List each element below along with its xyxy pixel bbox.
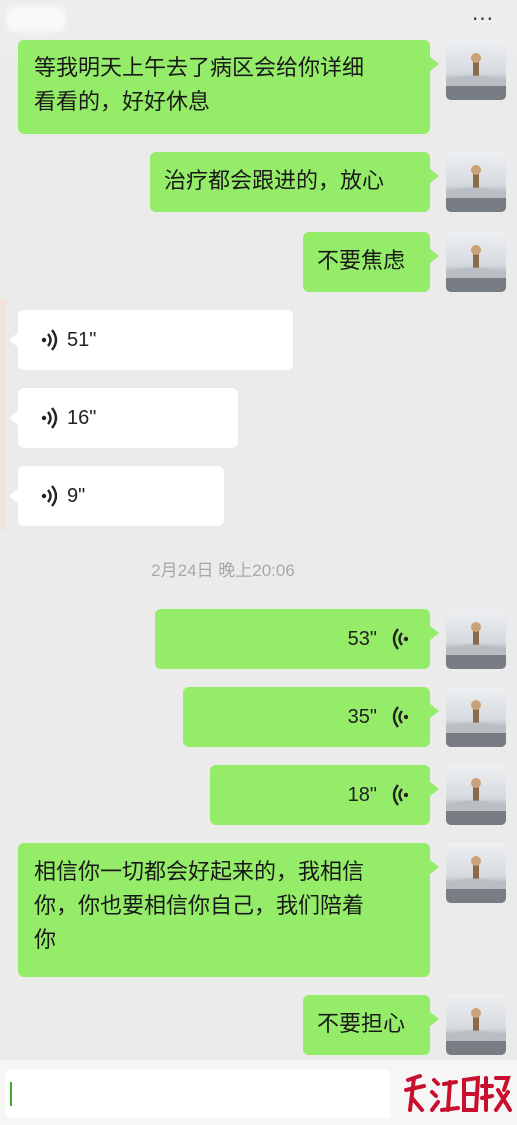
- message-text-line: 你，你也要相信你自己，我们陪着: [34, 894, 365, 919]
- message-bubble-sent[interactable]: 不要焦虑: [303, 232, 439, 292]
- voice-wave-icon: [392, 706, 409, 728]
- message-list[interactable]: 等我明天上午去了病区会给你详细 看看的，好好休息 治疗都会跟进的，放心 不要焦虑…: [0, 0, 517, 1060]
- voice-duration: 16": [67, 407, 97, 429]
- voice-message-sent[interactable]: 35": [183, 687, 439, 747]
- voice-message-received[interactable]: 9": [9, 466, 224, 526]
- message-bubble-sent[interactable]: 等我明天上午去了病区会给你详细 看看的，好好休息: [18, 40, 439, 134]
- message-text: 不要焦虑: [317, 249, 406, 274]
- voice-duration: 9": [67, 485, 86, 507]
- avatar[interactable]: [446, 152, 506, 212]
- voice-wave-icon: [41, 407, 58, 429]
- message-text-line: 看看的，好好休息: [34, 90, 211, 115]
- edge-artifact: [0, 300, 6, 530]
- voice-duration: 53": [347, 628, 377, 650]
- avatar[interactable]: [446, 687, 506, 747]
- message-bubble-sent[interactable]: 不要担心: [303, 995, 439, 1055]
- message-text-line: 相信你一切都会好起来的，我相信: [34, 860, 365, 885]
- voice-wave-icon: [392, 784, 409, 806]
- message-text: 治疗都会跟进的，放心: [164, 169, 385, 194]
- voice-message-sent[interactable]: 18": [210, 765, 439, 825]
- avatar[interactable]: [446, 843, 506, 903]
- avatar[interactable]: [446, 765, 506, 825]
- voice-message-received[interactable]: 16": [9, 388, 238, 448]
- voice-duration: 18": [347, 784, 377, 806]
- avatar[interactable]: [446, 40, 506, 100]
- newspaper-logo: [404, 1074, 512, 1112]
- text-cursor: [10, 1082, 12, 1106]
- message-text-line: 等我明天上午去了病区会给你详细: [34, 56, 365, 81]
- avatar[interactable]: [446, 232, 506, 292]
- voice-duration: 35": [347, 706, 377, 728]
- message-text: 不要担心: [317, 1012, 406, 1037]
- voice-wave-icon: [392, 628, 409, 650]
- message-text-line: 你: [34, 928, 57, 953]
- voice-message-received[interactable]: 51": [9, 310, 293, 370]
- avatar[interactable]: [446, 609, 506, 669]
- voice-message-sent[interactable]: 53": [155, 609, 439, 669]
- message-timestamp: 2月24日 晚上20:06: [151, 561, 295, 580]
- message-bubble-sent[interactable]: 相信你一切都会好起来的，我相信 你，你也要相信你自己，我们陪着 你: [18, 843, 439, 977]
- voice-wave-icon: [41, 329, 58, 351]
- voice-duration: 51": [67, 329, 97, 351]
- avatar[interactable]: [446, 995, 506, 1055]
- voice-wave-icon: [41, 485, 58, 507]
- message-input[interactable]: [6, 1070, 390, 1118]
- message-bubble-sent[interactable]: 治疗都会跟进的，放心: [150, 152, 439, 212]
